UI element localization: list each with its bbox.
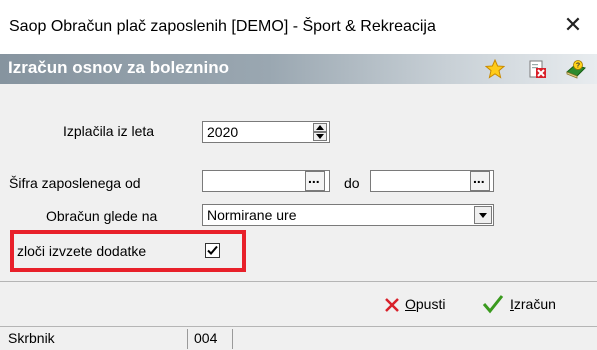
star-icon[interactable] bbox=[485, 59, 505, 79]
employee-to-browse-button[interactable]: ... bbox=[470, 170, 490, 191]
status-label: Skrbnik bbox=[8, 330, 55, 346]
calc-basis-select[interactable]: Normirane ure bbox=[202, 204, 494, 226]
arrow-up-icon bbox=[316, 125, 324, 130]
year-label: Izplačila iz leta bbox=[63, 123, 155, 139]
status-divider bbox=[232, 329, 233, 349]
dialog-title: Izračun osnov za boleznino bbox=[8, 58, 230, 77]
status-divider bbox=[187, 329, 188, 349]
svg-text:?: ? bbox=[576, 63, 580, 70]
spin-up-button[interactable] bbox=[313, 123, 327, 132]
employee-to-label: do bbox=[344, 175, 360, 191]
checkmark-icon bbox=[207, 245, 218, 255]
book-help-icon[interactable]: ? bbox=[566, 59, 586, 79]
year-spinner[interactable]: 2020 bbox=[202, 121, 330, 143]
window-titlebar: Saop Obračun plač zaposlenih [DEMO] - Šp… bbox=[0, 0, 597, 54]
employee-code-label: Šifra zaposlenega od bbox=[9, 175, 141, 191]
dialog-header: Izračun osnov za boleznino ? bbox=[0, 54, 597, 84]
calc-basis-value: Normirane ure bbox=[207, 207, 297, 223]
calculate-label: zračun bbox=[513, 296, 556, 312]
ellipsis-icon: ... bbox=[308, 170, 320, 186]
close-button[interactable]: ✕ bbox=[560, 12, 586, 38]
window-title: Saop Obračun plač zaposlenih [DEMO] - Šp… bbox=[9, 18, 436, 35]
year-value: 2020 bbox=[207, 124, 239, 140]
separate-allowances-label: zloči izvzete dodatke bbox=[17, 243, 147, 259]
cancel-hotkey: O bbox=[405, 296, 416, 312]
employee-from-browse-button[interactable]: ... bbox=[305, 170, 325, 191]
calc-basis-label: Obračun glede na bbox=[46, 208, 158, 224]
checkmark-icon bbox=[482, 295, 504, 314]
ellipsis-icon: ... bbox=[473, 170, 485, 186]
cancel-label: pusti bbox=[415, 296, 446, 312]
dropdown-button[interactable] bbox=[474, 206, 492, 224]
separate-allowances-checkbox[interactable] bbox=[205, 243, 220, 258]
actions-separator bbox=[0, 281, 597, 282]
chevron-down-icon bbox=[479, 213, 487, 218]
document-delete-icon[interactable] bbox=[527, 59, 547, 79]
spin-down-button[interactable] bbox=[313, 132, 327, 141]
close-x-icon bbox=[385, 298, 399, 312]
status-bar: Skrbnik 004 bbox=[0, 326, 597, 350]
status-value: 004 bbox=[194, 330, 218, 346]
arrow-down-icon bbox=[316, 134, 324, 139]
